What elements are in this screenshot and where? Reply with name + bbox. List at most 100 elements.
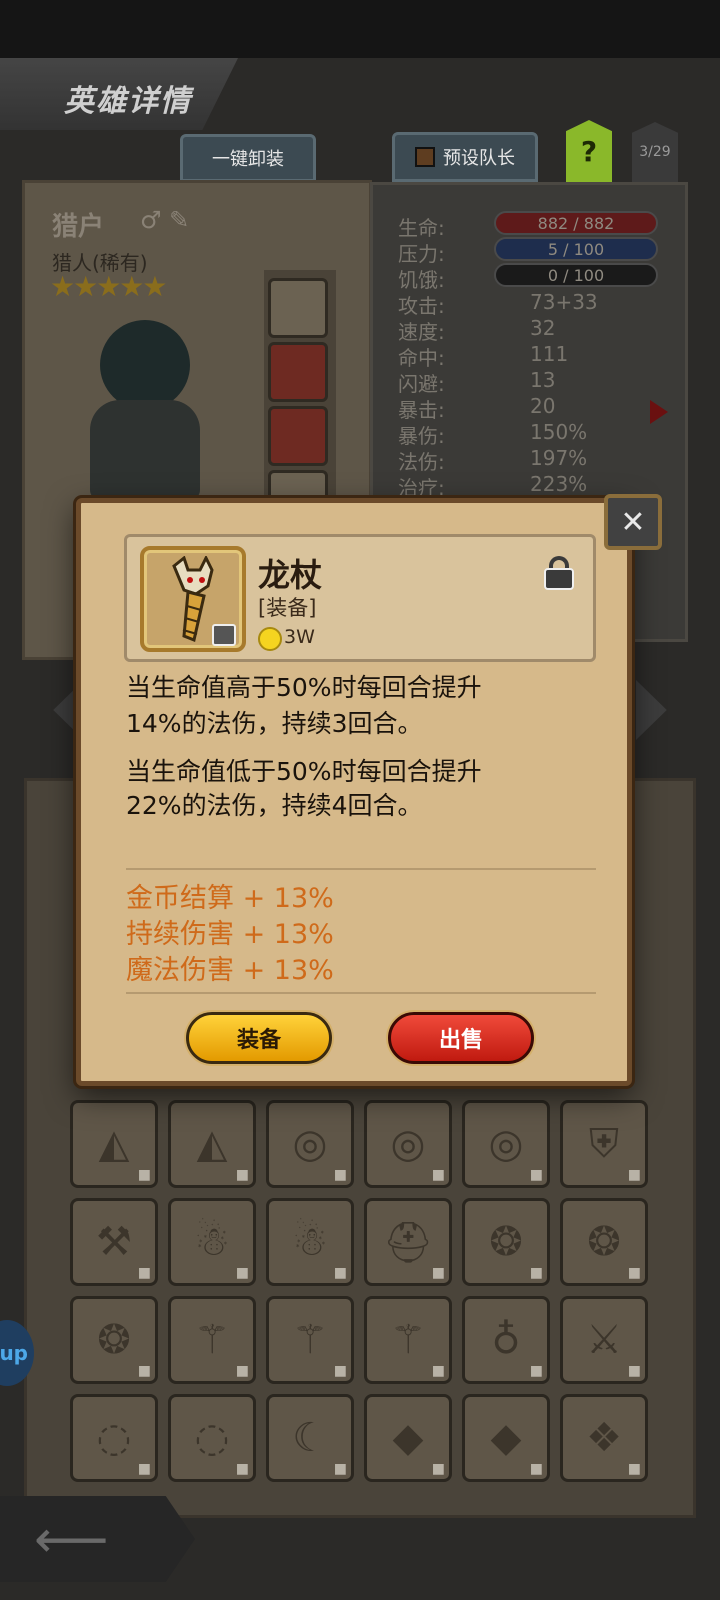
hp-bar: 882 / 882 [494, 211, 658, 235]
preset-leader-toggle[interactable]: 预设队长 [392, 132, 538, 182]
stat-label-hunger: 饥饿: [398, 268, 445, 292]
lock-icon: ■ [235, 1167, 249, 1183]
inventory-item-icon: ☾ [292, 1415, 328, 1461]
lock-icon: ■ [627, 1461, 641, 1477]
stress-bar: 5 / 100 [494, 237, 658, 261]
inventory-item[interactable]: ☃ ■ [168, 1198, 256, 1286]
stat-value-magic-dmg: 197% [530, 446, 588, 470]
sell-button[interactable]: 出售 [388, 1012, 534, 1064]
inventory-item-icon: ◎ [292, 1121, 328, 1167]
stat-value-crit-dmg: 150% [530, 420, 588, 444]
stat-label-crit-dmg: 暴伤: [398, 424, 445, 448]
inventory-item-icon: ❂ [587, 1219, 621, 1265]
inventory-item[interactable]: ◆ ■ [462, 1394, 550, 1482]
page-indicator[interactable]: 3/29 [632, 122, 678, 182]
inventory-item-icon: ❂ [489, 1219, 523, 1265]
stat-label-magic-dmg: 法伤: [398, 450, 445, 474]
equipment-slot-2[interactable] [268, 342, 328, 402]
inventory-item-icon: ⚒ [96, 1219, 132, 1265]
inventory-item-icon: ◆ [490, 1415, 522, 1461]
stat-value-accuracy: 111 [530, 342, 569, 366]
preset-leader-checkbox[interactable] [415, 147, 435, 167]
inventory-item[interactable]: ☃ ■ [266, 1198, 354, 1286]
lock-icon: ■ [235, 1363, 249, 1379]
inventory-item[interactable]: ◭ ■ [168, 1100, 256, 1188]
preset-leader-label: 预设队长 [443, 148, 515, 169]
bonus-magic: 魔法伤害 + 13% [126, 955, 334, 986]
lock-body [544, 568, 574, 590]
inventory-item[interactable]: ⛨ ■ [560, 1100, 648, 1188]
bonus-dot: 持续伤害 + 13% [126, 919, 334, 950]
inventory-item-icon: ☃ [194, 1219, 230, 1265]
inventory-item[interactable]: ❂ ■ [462, 1198, 550, 1286]
lock-icon: ■ [431, 1363, 445, 1379]
inventory-item[interactable]: ◭ ■ [70, 1100, 158, 1188]
inventory-item[interactable]: ⚚ ■ [364, 1296, 452, 1384]
item-desc-line-1: 当生命值高于50%时每回合提升 [126, 673, 482, 702]
lock-icon: ■ [137, 1265, 151, 1281]
lock-icon: ■ [529, 1265, 543, 1281]
inventory-item[interactable]: ⚒ ■ [70, 1198, 158, 1286]
page-title: 英雄详情 [64, 84, 192, 119]
equipment-slot-3[interactable] [268, 406, 328, 466]
lock-toggle-icon[interactable] [544, 556, 574, 590]
inventory-item[interactable]: ❂ ■ [70, 1296, 158, 1384]
item-desc-line-4: 22%的法伤，持续4回合。 [126, 791, 423, 820]
inventory-item-icon: ⚚ [194, 1317, 230, 1363]
stat-label-crit: 暴击: [398, 398, 445, 422]
equip-button[interactable]: 装备 [186, 1012, 332, 1064]
lock-icon: ■ [333, 1167, 347, 1183]
inventory-item[interactable]: ☾ ■ [266, 1394, 354, 1482]
inventory-item-icon: ⛨ [589, 1121, 619, 1167]
lock-icon: ■ [235, 1265, 249, 1281]
hero-gender-rename-icons[interactable]: ♂ ✎ [140, 206, 189, 234]
inventory-item-icon: ⚚ [390, 1317, 426, 1363]
inventory-item-icon: ⛑ [382, 1219, 434, 1266]
help-button[interactable]: ? [566, 120, 612, 182]
hero-body [90, 400, 200, 500]
lock-icon: ■ [431, 1167, 445, 1183]
stat-label-stress: 压力: [398, 242, 445, 266]
lock-icon: ■ [627, 1363, 641, 1379]
stat-value-dodge: 13 [530, 368, 556, 392]
lock-icon: ■ [431, 1461, 445, 1477]
item-desc-line-2: 14%的法伤，持续3回合。 [126, 709, 423, 738]
inventory-item[interactable]: ◌ ■ [70, 1394, 158, 1482]
inventory-item[interactable]: ⚔ ■ [560, 1296, 648, 1384]
equipment-slot-1[interactable] [268, 278, 328, 338]
divider [126, 992, 596, 994]
hero-head [100, 320, 190, 410]
inventory-item-icon: ◭ [98, 1121, 130, 1167]
stat-label-dodge: 闪避: [398, 372, 445, 396]
lock-icon: ■ [529, 1363, 543, 1379]
unequip-all-button[interactable]: 一键卸装 [180, 134, 316, 182]
inventory-item[interactable]: ♁ ■ [462, 1296, 550, 1384]
stat-value-heal: 223% [530, 472, 588, 496]
back-arrow-icon[interactable]: ⟵ [34, 1510, 109, 1570]
inventory-item[interactable]: ◎ ■ [462, 1100, 550, 1188]
inventory-item[interactable]: ⚚ ■ [168, 1296, 256, 1384]
inventory-item-icon: ⚚ [292, 1317, 328, 1363]
divider [126, 868, 596, 870]
inventory-item-icon: ❂ [97, 1317, 131, 1363]
inventory-item[interactable]: ❖ ■ [560, 1394, 648, 1482]
inventory-item[interactable]: ❂ ■ [560, 1198, 648, 1286]
item-type: [装备] [258, 596, 317, 620]
lock-icon: ■ [137, 1167, 151, 1183]
inventory-item-icon: ◎ [488, 1121, 524, 1167]
inventory-item[interactable]: ◆ ■ [364, 1394, 452, 1482]
lock-icon: ■ [431, 1265, 445, 1281]
inventory-grid: ◭ ■ ◭ ■ ◎ ■ ◎ ■ ◎ ■ ⛨ ■ ⚒ ■ ☃ ■ ☃ ■ ⛑ ■ ❂ ■ ❂ ■ ❂ ■ ⚚ ■ ⚚ ■ ⚚ ■ ♁ ■ ⚔ ■ ◌ ■ ◌ ■… [70, 1100, 650, 1510]
inventory-item[interactable]: ◌ ■ [168, 1394, 256, 1482]
inventory-item[interactable]: ◎ ■ [266, 1100, 354, 1188]
inventory-item[interactable]: ◎ ■ [364, 1100, 452, 1188]
stats-next-arrow-icon[interactable] [650, 400, 668, 424]
inventory-item-icon: ❖ [586, 1415, 622, 1461]
lock-icon: ■ [333, 1363, 347, 1379]
close-dialog-button[interactable]: ✕ [604, 494, 662, 550]
inventory-item[interactable]: ⛑ ■ [364, 1198, 452, 1286]
lock-icon: ■ [137, 1363, 151, 1379]
stat-label-attack: 攻击: [398, 294, 445, 318]
lock-icon: ■ [333, 1265, 347, 1281]
inventory-item[interactable]: ⚚ ■ [266, 1296, 354, 1384]
